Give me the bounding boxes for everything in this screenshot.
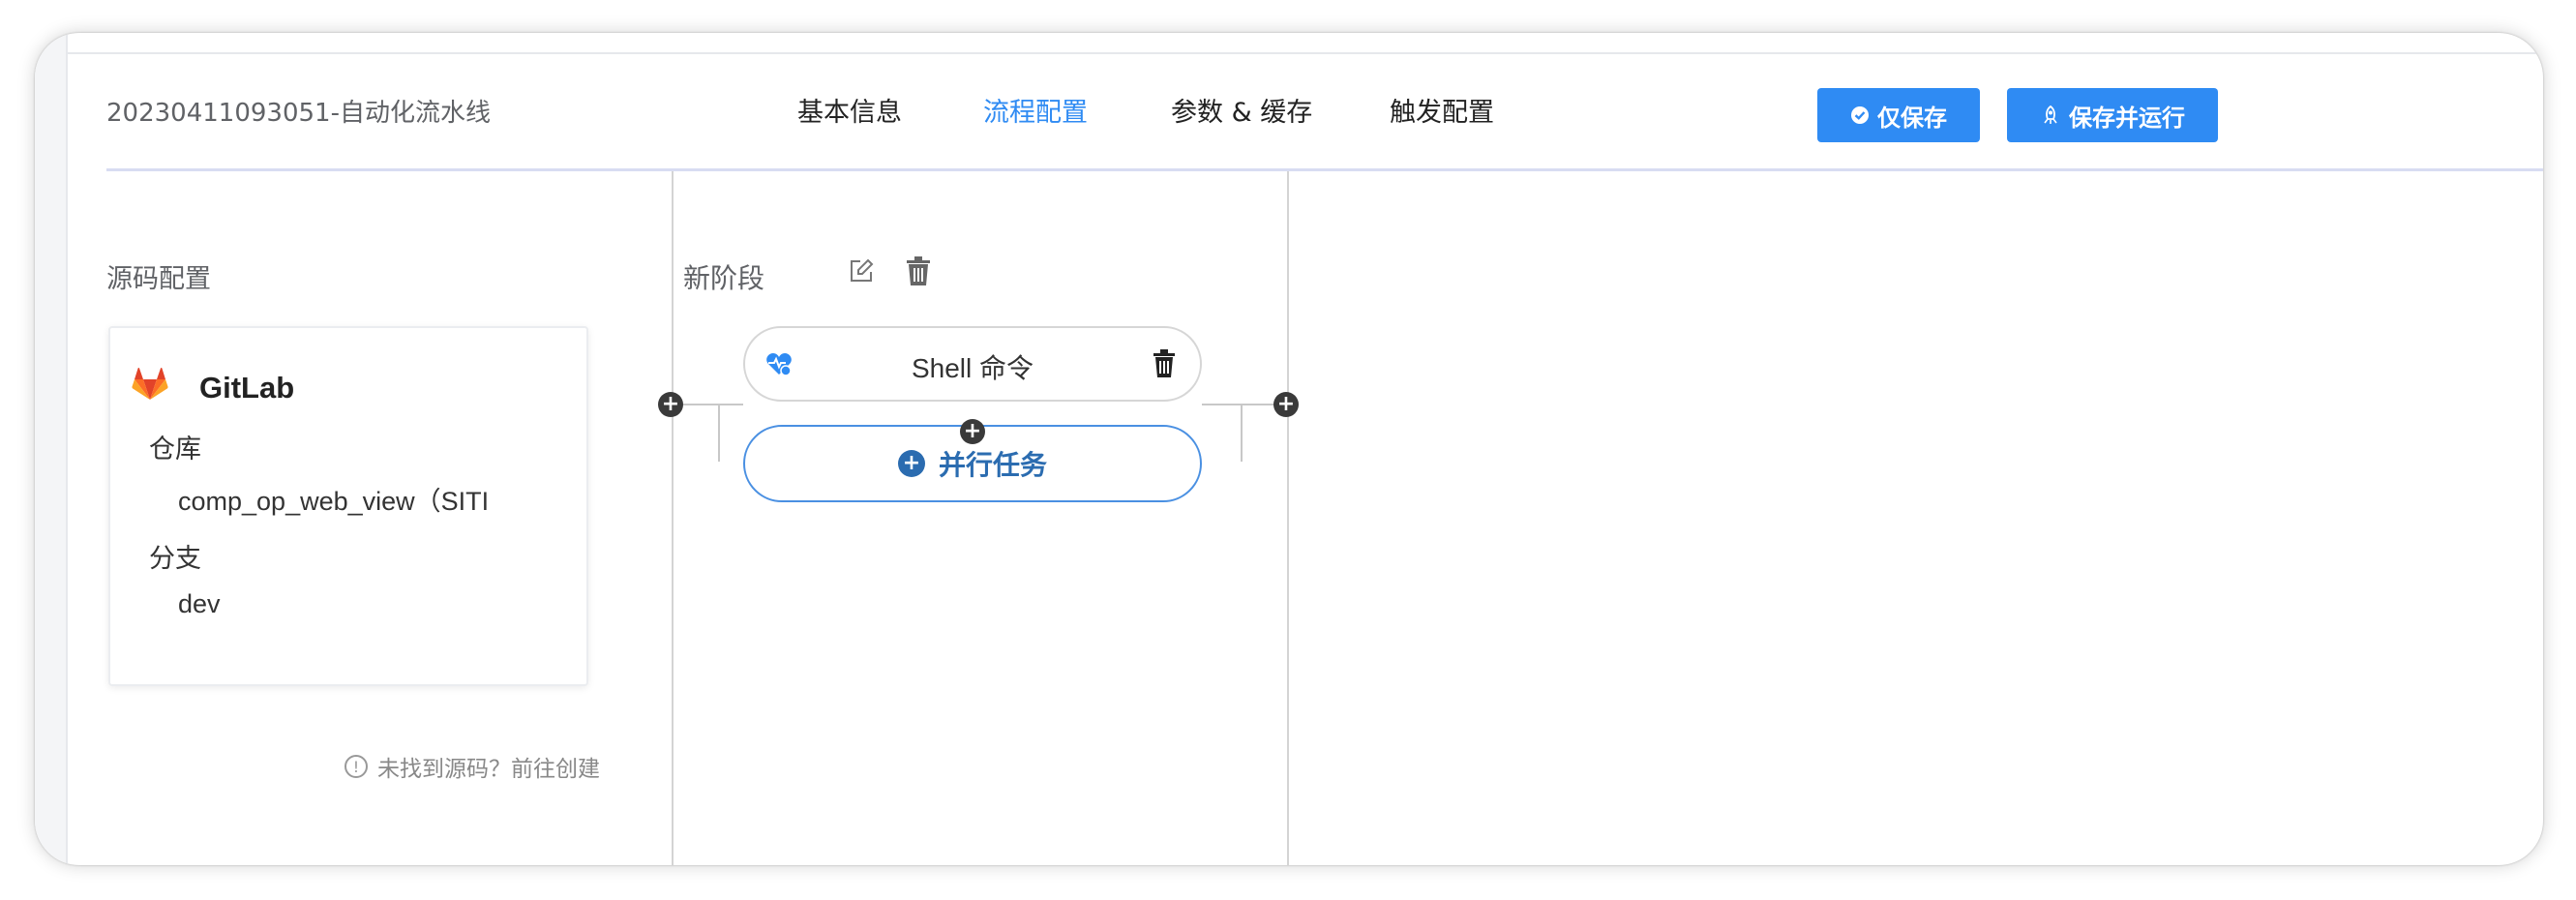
shell-task-label: Shell 命令 [911,353,1034,383]
header-divider [106,168,2543,171]
pipeline-title: 20230411093051-自动化流水线 [106,99,491,128]
tab-trigger-config[interactable]: 触发配置 [1390,91,1494,129]
provider-name: GitLab [199,371,295,405]
connector-line-right-vertical [1241,404,1243,462]
delete-task-icon[interactable] [1152,349,1177,382]
save-only-button[interactable]: 仅保存 [1817,88,1980,142]
add-stage-before-icon[interactable]: + [658,392,683,417]
pipeline-editor: 20230411093051-自动化流水线 基本信息 流程配置 参数 & 缓存 … [68,54,2543,865]
gitlab-icon [132,367,168,402]
save-and-run-button[interactable]: 保存并运行 [2007,88,2218,142]
edit-icon[interactable] [848,257,875,288]
source-config-label: 源码配置 [106,264,211,294]
save-and-run-label: 保存并运行 [2069,104,2185,132]
plus-circle-icon: + [897,450,925,477]
repo-value: comp_op_web_view（SITI [178,487,490,516]
column-divider-1 [672,171,674,865]
stage-title: 新阶段 [683,262,765,294]
parallel-task-label: 并行任务 [938,449,1047,481]
left-sidebar-strip [35,33,68,865]
shell-task-card[interactable]: Shell 命令 [743,326,1202,402]
rocket-icon [2040,105,2061,126]
tab-params-cache[interactable]: 参数 & 缓存 [1171,91,1312,129]
editor-header: 20230411093051-自动化流水线 基本信息 流程配置 参数 & 缓存 … [68,54,2543,170]
info-icon: ! [344,755,368,778]
tab-basic-info[interactable]: 基本信息 [797,91,902,129]
repo-label: 仓库 [149,435,201,465]
branch-value: dev [178,589,221,618]
source-card[interactable]: GitLab 仓库 comp_op_web_view（SITI 分支 dev [108,326,588,686]
connector-line-left-vertical [718,404,720,462]
create-source-link[interactable]: ! 未找到源码？前往创建 [344,750,600,783]
branch-label: 分支 [149,544,201,574]
create-source-text: 未找到源码？前往创建 [377,757,600,782]
tab-flow-config[interactable]: 流程配置 [983,91,1088,129]
column-divider-2 [1287,171,1289,865]
add-stage-after-icon[interactable]: + [1273,392,1299,417]
trash-icon[interactable] [904,255,933,290]
app-window: 20230411093051-自动化流水线 基本信息 流程配置 参数 & 缓存 … [35,33,2543,865]
check-circle-icon [1850,105,1870,125]
add-task-between-icon[interactable]: + [960,419,985,444]
save-only-label: 仅保存 [1877,104,1947,132]
